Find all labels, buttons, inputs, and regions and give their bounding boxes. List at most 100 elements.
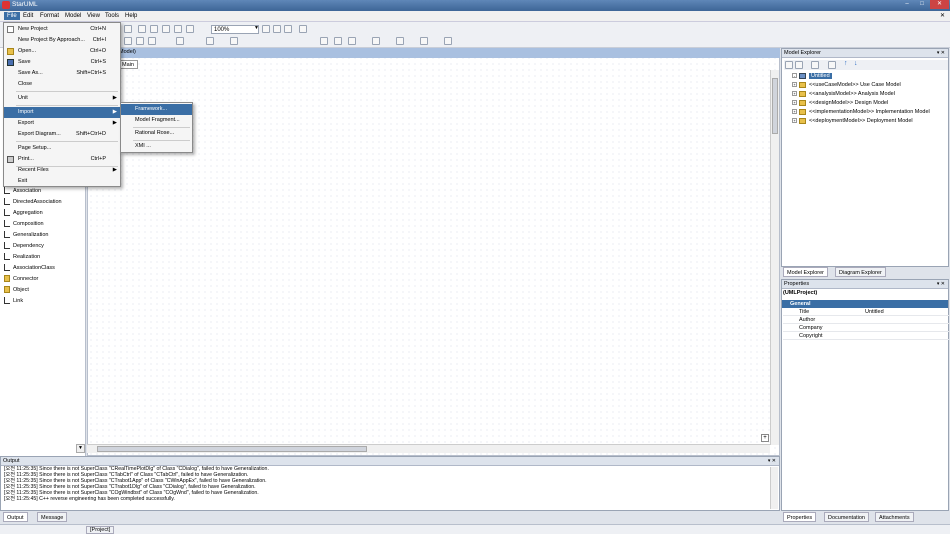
menu-recent-files[interactable]: Recent Files ▶ — [4, 165, 120, 176]
diagram-horizontal-scrollbar[interactable] — [87, 444, 770, 453]
palette-object[interactable]: Object — [4, 285, 29, 295]
tree-item[interactable]: + <<analysisModel>> Analysis Model — [792, 90, 895, 99]
property-row-company[interactable]: Company — [783, 324, 949, 332]
scroll-thumb[interactable] — [772, 78, 778, 134]
line-color-icon[interactable] — [148, 37, 156, 45]
expand-icon[interactable]: + — [792, 100, 797, 106]
close-window-button[interactable]: ✕ — [930, 0, 949, 9]
format-icon[interactable] — [124, 37, 132, 45]
menu-export[interactable]: Export ▶ — [4, 118, 120, 129]
menu-help[interactable]: Help — [122, 12, 140, 20]
menu-exit[interactable]: Exit — [4, 176, 120, 187]
menu-page-setup[interactable]: Page Setup... — [4, 143, 120, 154]
tab-attachments[interactable]: Attachments — [875, 512, 914, 522]
palette-generalization[interactable]: Generalization — [4, 230, 48, 240]
menu-file[interactable]: File — [4, 12, 20, 20]
tab-message[interactable]: Message — [37, 512, 68, 522]
output-scrollbar[interactable] — [770, 467, 778, 509]
menu-model[interactable]: Model — [62, 12, 84, 20]
palette-association[interactable]: Association — [4, 186, 41, 196]
scroll-thumb[interactable] — [97, 446, 367, 452]
align-top-icon[interactable] — [372, 37, 380, 45]
paste-icon[interactable] — [162, 25, 170, 33]
menu-new-project[interactable]: New Project Ctrl+N — [4, 24, 120, 35]
size-icon[interactable] — [444, 37, 452, 45]
menu-view[interactable]: View — [84, 12, 103, 20]
palette-directed-association[interactable]: DirectedAssociation — [4, 197, 62, 207]
diagram-vertical-scrollbar[interactable] — [770, 70, 779, 445]
submenu-framework[interactable]: Framework... — [121, 104, 192, 115]
properties-section-general[interactable]: General — [782, 300, 948, 308]
tab-model-explorer[interactable]: Model Explorer — [783, 267, 828, 277]
chevron-down-icon[interactable]: ▼ — [254, 25, 259, 31]
palette-composition[interactable]: Composition — [4, 219, 44, 229]
palette-realization[interactable]: Realization — [4, 252, 40, 262]
palette-scroll-down-icon[interactable]: ▼ — [76, 444, 85, 453]
palette-link[interactable]: Link — [4, 296, 23, 306]
menu-open[interactable]: Open... Ctrl+O — [4, 46, 120, 57]
fit-icon[interactable] — [284, 25, 292, 33]
sort-desc-icon[interactable] — [795, 61, 803, 69]
mdi-close-icon[interactable]: ✕ — [940, 12, 945, 19]
move-up-icon[interactable]: ↑ — [844, 60, 848, 67]
tab-diagram-explorer[interactable]: Diagram Explorer — [835, 267, 886, 277]
expand-icon[interactable]: + — [792, 118, 797, 124]
menu-save-as[interactable]: Save As... Shift+Ctrl+S — [4, 68, 120, 79]
property-row-title[interactable]: Title Untitled — [783, 308, 949, 316]
submenu-model-fragment[interactable]: Model Fragment... — [121, 115, 192, 126]
expand-icon[interactable]: + — [792, 109, 797, 115]
zoom-in-icon[interactable] — [262, 25, 270, 33]
zoom-select[interactable]: 100% — [211, 25, 259, 34]
menu-format[interactable]: Format — [37, 12, 62, 20]
property-row-author[interactable]: Author — [783, 316, 949, 324]
menu-edit[interactable]: Edit — [20, 12, 36, 20]
submenu-rational-rose[interactable]: Rational Rose... — [121, 128, 192, 139]
tree-item[interactable]: + <<useCaseModel>> Use Case Model — [792, 81, 901, 90]
copy-icon[interactable] — [150, 25, 158, 33]
align-right-icon[interactable] — [348, 37, 356, 45]
expand-icon[interactable]: + — [792, 82, 797, 88]
grid-icon[interactable] — [299, 25, 307, 33]
zoom-out-icon[interactable] — [273, 25, 281, 33]
font-icon[interactable] — [176, 37, 184, 45]
panel-close-icon[interactable]: ▾ ✕ — [937, 281, 945, 287]
filter-icon[interactable] — [828, 61, 836, 69]
menu-tools[interactable]: Tools — [102, 12, 122, 20]
property-row-copyright[interactable]: Copyright — [783, 332, 949, 340]
palette-dependency[interactable]: Dependency — [4, 241, 44, 251]
menu-save[interactable]: Save Ctrl+S — [4, 57, 120, 68]
tab-documentation[interactable]: Documentation — [824, 512, 869, 522]
tree-item[interactable]: + <<implementationModel>> Implementation … — [792, 108, 930, 117]
style-icon[interactable] — [206, 37, 214, 45]
submenu-xmi[interactable]: XMI ... — [121, 141, 192, 152]
add-icon[interactable]: + — [761, 434, 769, 442]
panel-close-icon[interactable]: ▾ ✕ — [937, 50, 945, 56]
tree-root[interactable]: - Untitled — [792, 72, 832, 81]
tab-properties[interactable]: Properties — [783, 512, 817, 522]
menu-unit[interactable]: Unit ▶ — [4, 93, 120, 104]
sort-icon[interactable] — [785, 61, 793, 69]
tree-item[interactable]: + <<designModel>> Design Model — [792, 99, 888, 108]
tools-icon[interactable] — [186, 25, 194, 33]
menu-print[interactable]: Print... Ctrl+P — [4, 154, 120, 165]
palette-aggregation[interactable]: Aggregation — [4, 208, 43, 218]
add-element-icon[interactable] — [811, 61, 819, 69]
palette-association-class[interactable]: AssociationClass — [4, 263, 55, 273]
menu-close[interactable]: Close — [4, 79, 120, 90]
distribute-icon[interactable] — [420, 37, 428, 45]
expand-icon[interactable]: + — [792, 91, 797, 97]
minimize-button[interactable]: – — [900, 0, 914, 9]
menu-export-diagram[interactable]: Export Diagram... Shift+Ctrl+D — [4, 129, 120, 140]
align-left-icon[interactable] — [320, 37, 328, 45]
tree-item[interactable]: + <<deploymentModel>> Deployment Model — [792, 117, 913, 126]
maximize-button[interactable]: □ — [915, 0, 929, 9]
menu-import[interactable]: Import ▶ — [4, 107, 120, 118]
find-icon[interactable] — [124, 25, 132, 33]
palette-connector[interactable]: Connector — [4, 274, 38, 284]
panel-close-icon[interactable]: ▾ ✕ — [768, 458, 776, 464]
line-style-icon[interactable] — [230, 37, 238, 45]
collapse-icon[interactable]: - — [792, 73, 797, 79]
tab-output[interactable]: Output — [3, 512, 28, 522]
move-down-icon[interactable]: ↓ — [854, 60, 858, 67]
align-center-icon[interactable] — [334, 37, 342, 45]
